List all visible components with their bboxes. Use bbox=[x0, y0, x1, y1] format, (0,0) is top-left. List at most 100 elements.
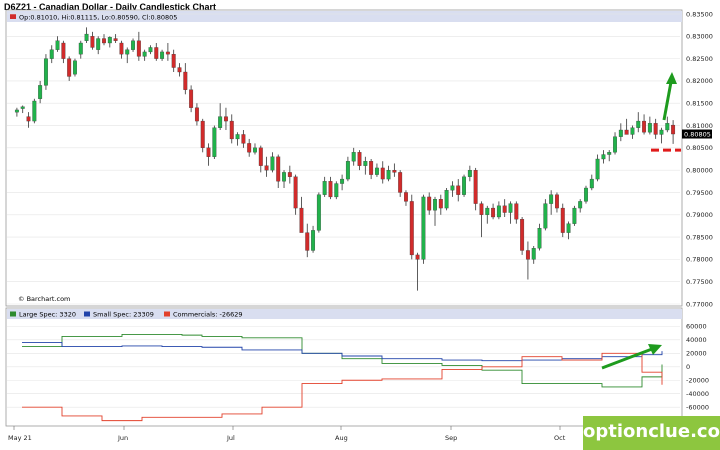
candle-body bbox=[566, 223, 571, 233]
candle-body bbox=[328, 181, 333, 198]
candle-body bbox=[584, 187, 588, 202]
candle-body bbox=[525, 250, 530, 260]
candle-body bbox=[322, 181, 327, 195]
price-tick-label: 0.78000 bbox=[686, 256, 713, 264]
candle-body bbox=[241, 134, 246, 144]
price-tick-label: 0.83000 bbox=[686, 33, 713, 41]
candle-body bbox=[90, 36, 95, 48]
candle-body bbox=[148, 47, 153, 53]
candle-body bbox=[276, 156, 281, 182]
candle-body bbox=[305, 232, 310, 251]
candle-body bbox=[409, 201, 414, 256]
candle-body bbox=[421, 196, 426, 260]
candle-body bbox=[607, 152, 612, 155]
candle-body bbox=[636, 120, 641, 128]
candle-body bbox=[491, 207, 496, 218]
candle-body bbox=[229, 120, 234, 140]
candle-body bbox=[665, 123, 670, 131]
candle-body bbox=[624, 129, 629, 135]
legend-commercials-swatch bbox=[164, 311, 170, 317]
candle-body bbox=[502, 205, 507, 213]
candle-body bbox=[26, 116, 31, 122]
candle-body bbox=[299, 207, 304, 233]
candle-body bbox=[496, 205, 501, 218]
candle-body bbox=[212, 127, 217, 157]
candle-body bbox=[218, 116, 223, 128]
candle-body bbox=[78, 42, 83, 55]
x-tick-label: Jun bbox=[117, 434, 128, 442]
candle-body bbox=[316, 194, 321, 231]
candle-body bbox=[450, 185, 455, 191]
candle-body bbox=[485, 207, 490, 215]
candle-body bbox=[136, 40, 141, 57]
candle-body bbox=[270, 156, 275, 171]
candle-body bbox=[183, 71, 188, 90]
last-price-label: 0.80805 bbox=[684, 130, 711, 138]
candle-body bbox=[113, 38, 118, 41]
candle-body bbox=[102, 38, 106, 44]
candle-body bbox=[96, 38, 101, 50]
candle-body bbox=[311, 230, 316, 251]
candle-body bbox=[398, 172, 403, 193]
candle-body bbox=[258, 147, 263, 166]
x-tick-label: Oct bbox=[554, 434, 566, 442]
candle-body bbox=[264, 165, 269, 171]
candle-body bbox=[345, 161, 350, 180]
candle-body bbox=[357, 152, 362, 166]
candle-body bbox=[589, 178, 594, 189]
price-tick-label: 0.82500 bbox=[686, 55, 713, 63]
ohlc-readout: Op:0.81010, Hi:0.81115, Lo:0.80590, Cl:0… bbox=[19, 14, 177, 22]
candle-body bbox=[404, 192, 408, 202]
candle-body bbox=[32, 100, 37, 122]
watermark: © Barchart.com bbox=[18, 295, 70, 303]
cot-tick-label: 60000 bbox=[686, 323, 707, 331]
cot-tick-label: 40000 bbox=[686, 336, 707, 344]
candle-body bbox=[14, 109, 19, 113]
candle-body bbox=[473, 170, 478, 204]
candle-body bbox=[43, 58, 48, 86]
price-panel bbox=[5, 9, 683, 307]
candle-body bbox=[189, 89, 194, 108]
candle-body bbox=[293, 176, 298, 209]
candle-body bbox=[247, 143, 252, 153]
candle-body bbox=[38, 85, 43, 99]
candle-body bbox=[369, 161, 374, 175]
candle-body bbox=[334, 183, 339, 198]
price-tick-label: 0.78500 bbox=[686, 233, 713, 241]
candle-body bbox=[386, 170, 391, 180]
legend-small-spec: Small Spec: 23309 bbox=[93, 311, 154, 319]
candle-body bbox=[194, 107, 199, 122]
candle-body bbox=[340, 178, 345, 184]
candle-body bbox=[595, 158, 600, 180]
candle-body bbox=[572, 207, 577, 224]
legend-commercials: Commercials: -26629 bbox=[173, 311, 243, 319]
cot-tick-label: 0 bbox=[686, 363, 690, 371]
candle-body bbox=[160, 51, 165, 59]
candle-body bbox=[520, 219, 525, 251]
candle-body bbox=[125, 49, 130, 55]
candle-body bbox=[206, 147, 211, 157]
candle-body bbox=[444, 190, 449, 209]
price-y-axis: 0.83500 0.83000 0.82500 0.82000 0.81500 0.810… bbox=[686, 10, 713, 308]
candle-body bbox=[508, 203, 513, 213]
candle-body bbox=[287, 172, 292, 177]
candle-body bbox=[73, 60, 77, 75]
candle-body bbox=[479, 203, 484, 215]
candle-body bbox=[55, 40, 60, 50]
candle-body bbox=[618, 129, 623, 137]
candle-body bbox=[171, 54, 176, 68]
candle-body bbox=[282, 172, 286, 182]
legend-large-spec: Large Spec: 3320 bbox=[19, 311, 76, 319]
candle-body bbox=[351, 152, 356, 162]
candle-body bbox=[514, 203, 519, 220]
candle-body bbox=[653, 123, 658, 135]
cot-tick-label: -20000 bbox=[686, 377, 709, 385]
candle-body bbox=[131, 40, 135, 50]
candle-body bbox=[84, 33, 89, 41]
candle-body bbox=[177, 67, 182, 73]
candle-body bbox=[380, 167, 385, 180]
candle-body bbox=[253, 147, 257, 153]
candle-body bbox=[107, 37, 112, 44]
candle-body bbox=[578, 201, 583, 209]
candle-body bbox=[235, 134, 240, 140]
